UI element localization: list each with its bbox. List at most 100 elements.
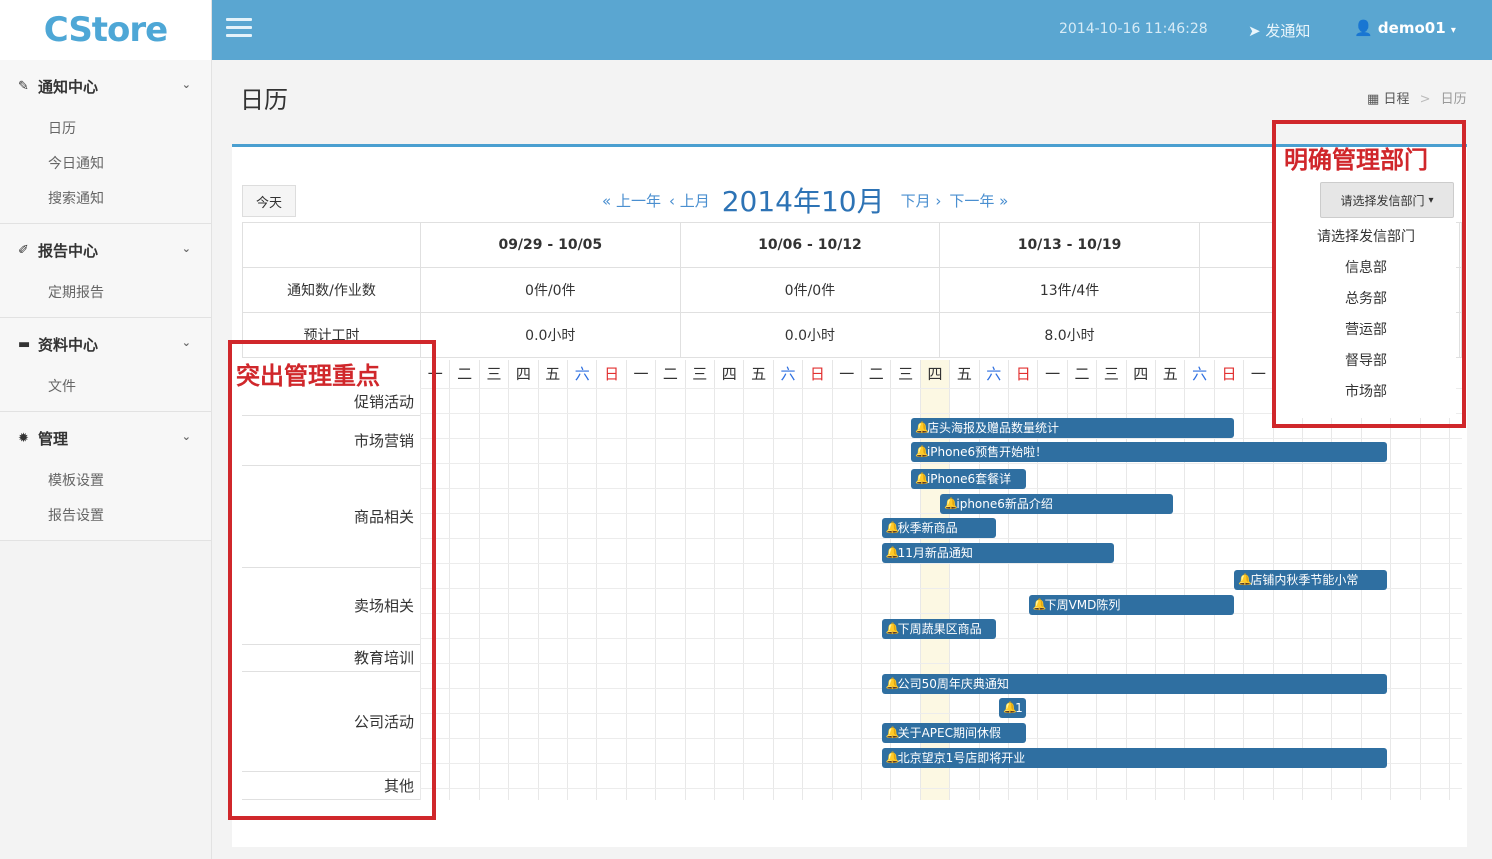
menu-item-today-notice[interactable]: 今日通知 <box>0 147 211 182</box>
today-button[interactable]: 今天 <box>242 185 296 217</box>
weekday-cell: 一 <box>831 360 861 388</box>
username: demo01 <box>1377 19 1446 37</box>
current-month-title: 2014年10月 <box>721 185 885 218</box>
menu-head-notice[interactable]: ✎ 通知中心 ⌄ <box>0 60 211 112</box>
next-month-link[interactable]: 下月 › <box>901 190 942 211</box>
event-bar[interactable]: 🔔 店头海报及赠品数量统计 <box>910 418 1235 438</box>
sidebar: CStore ✎ 通知中心 ⌄ 日历 今日通知 搜索通知 ✐ 报告中心 ⌄ 定期… <box>0 0 212 859</box>
edit-icon: ✐ <box>18 242 29 258</box>
week-header: 10/13 - 10/19 <box>939 222 1200 268</box>
bell-icon: 🔔 <box>1003 701 1017 714</box>
menu-head-label: 资料中心 <box>38 335 99 354</box>
event-title: 店头海报及赠品数量统计 <box>926 421 1059 435</box>
event-bar[interactable]: 🔔 iPhone6预售开始啦！ <box>910 442 1388 462</box>
menu-item-search-notice[interactable]: 搜索通知 <box>0 182 211 217</box>
gear-icon: ✹ <box>18 430 29 446</box>
paper-plane-icon: ➤ <box>1248 22 1261 40</box>
focus-annotation-box <box>228 340 436 820</box>
department-annotation-text: 明确管理部门 <box>1284 146 1428 174</box>
summary-cell: 0.0小时 <box>420 312 681 358</box>
menu-item-files[interactable]: 文件 <box>0 370 211 405</box>
event-bar[interactable]: 🔔 下周VMD陈列 <box>1028 595 1235 615</box>
prev-year-link[interactable]: « 上一年 <box>602 190 661 211</box>
bell-icon: 🔔 <box>914 472 929 485</box>
weekday-cell: 五 <box>949 360 978 388</box>
event-bar[interactable]: 🔔 北京望京1号店即将开业 <box>881 748 1388 768</box>
menu-item-periodic-report[interactable]: 定期报告 <box>0 276 211 311</box>
menu-head-admin[interactable]: ✹ 管理 ⌄ <box>0 412 211 464</box>
chevron-down-icon: ⌄ <box>181 242 191 255</box>
menu-head-report[interactable]: ✐ 报告中心 ⌄ <box>0 224 211 276</box>
chevron-down-icon: ⌄ <box>181 430 191 443</box>
prev-month-link[interactable]: ‹ 上月 <box>669 190 710 211</box>
weekday-cell: 三 <box>890 360 919 388</box>
event-title: 北京望京1号店即将开业 <box>897 751 1026 765</box>
calendar-icon: ▦ <box>1367 92 1380 107</box>
event-title: 11月新品通知 <box>897 546 973 560</box>
event-bar[interactable]: 🔔 店铺内秋季节能小常 <box>1234 570 1388 590</box>
weekday-cell: 日 <box>596 360 625 388</box>
weekday-cell: 二 <box>655 360 684 388</box>
bell-icon: 🔔 <box>885 622 900 635</box>
weekday-cell: 三 <box>1096 360 1125 388</box>
breadcrumb-item-current: 日历 <box>1440 92 1467 107</box>
bell-icon: 🔔 <box>885 546 900 559</box>
weekday-cell: 六 <box>567 360 596 388</box>
weekday-cell: 日 <box>1008 360 1037 388</box>
bell-icon: 🔔 <box>944 497 959 510</box>
event-bar[interactable]: 🔔 iphone6新品介绍 <box>940 494 1173 514</box>
user-menu[interactable]: 👤 demo01 ▾ <box>1354 19 1456 37</box>
bell-icon: 🔔 <box>885 677 900 690</box>
chevron-down-icon: ⌄ <box>181 78 191 91</box>
send-notice-link[interactable]: ➤ 发通知 <box>1248 20 1310 41</box>
breadcrumb: ▦ 日程 > 日历 <box>1367 92 1467 107</box>
event-bar[interactable]: 🔔 11月新品通知 <box>881 543 1114 563</box>
event-bar[interactable]: 🔔 秋季新商品 <box>881 518 997 538</box>
event-title: 秋季新商品 <box>897 521 958 535</box>
menu-head-docs[interactable]: ▬ 资料中心 ⌄ <box>0 318 211 370</box>
weekday-cell: 四 <box>508 360 537 388</box>
week-header: 09/29 - 10/05 <box>420 222 681 268</box>
event-title: iPhone6套餐详 <box>926 472 1012 486</box>
weekday-cell: 三 <box>478 360 508 388</box>
month-navigation: « 上一年 ‹ 上月 2014年10月 下月 › 下一年 » <box>602 180 1008 220</box>
event-bar[interactable]: 🔔 公司50周年庆典通知 <box>881 674 1388 694</box>
weekday-cell: 日 <box>1213 360 1243 388</box>
weekday-cell: 四 <box>1125 360 1155 388</box>
event-title: 下周蔬果区商品 <box>897 622 982 636</box>
event-bar[interactable]: 🔔 iPhone6套餐详 <box>910 469 1026 489</box>
weekday-cell: 五 <box>537 360 567 388</box>
event-title: iPhone6预售开始啦！ <box>926 445 1048 459</box>
weekday-cell: 六 <box>772 360 802 388</box>
menu-group-notice: ✎ 通知中心 ⌄ 日历 今日通知 搜索通知 <box>0 60 211 224</box>
brand-logo[interactable]: CStore <box>0 0 211 60</box>
weekday-cell: 一 <box>1243 360 1272 388</box>
menu-item-template-settings[interactable]: 模板设置 <box>0 464 211 499</box>
menu-head-label: 管理 <box>38 429 69 448</box>
weekday-cell: 五 <box>1155 360 1184 388</box>
summary-cell: 8.0小时 <box>939 312 1200 358</box>
event-bar[interactable]: 🔔 关于APEC期间休假 <box>881 723 1026 743</box>
event-title: 下周VMD陈列 <box>1044 598 1121 612</box>
chevron-down-icon: ⌄ <box>181 336 191 349</box>
bell-icon: 🔔 <box>914 421 929 434</box>
weekday-cell: 五 <box>743 360 772 388</box>
megaphone-icon: ✎ <box>18 78 29 94</box>
menu-toggle-icon[interactable] <box>226 18 252 40</box>
menu-group-report: ✐ 报告中心 ⌄ 定期报告 <box>0 224 211 318</box>
bell-icon: 🔔 <box>1238 573 1253 586</box>
main-content: 日历 ▦ 日程 > 日历 今天 « 上一年 ‹ 上月 2014年10月 下月 ›… <box>212 60 1492 859</box>
weekday-cell: 一 <box>1037 360 1066 388</box>
weekday-cell: 四 <box>714 360 743 388</box>
weekday-cell: 二 <box>861 360 890 388</box>
event-bar[interactable]: 🔔 下周蔬果区商品 <box>881 619 997 639</box>
top-bar: 2014-10-16 11:46:28 ➤ 发通知 👤 demo01 ▾ <box>212 0 1492 60</box>
next-year-link[interactable]: 下一年 » <box>949 190 1008 211</box>
menu-item-calendar[interactable]: 日历 <box>0 112 211 147</box>
menu-item-report-settings[interactable]: 报告设置 <box>0 499 211 534</box>
summary-cell: 0件/0件 <box>420 267 681 313</box>
caret-down-icon: ▾ <box>1450 25 1456 36</box>
breadcrumb-item-schedule[interactable]: 日程 <box>1383 92 1409 107</box>
event-bar[interactable]: 🔔 1 <box>999 698 1026 718</box>
bell-icon: 🔔 <box>1032 598 1047 611</box>
